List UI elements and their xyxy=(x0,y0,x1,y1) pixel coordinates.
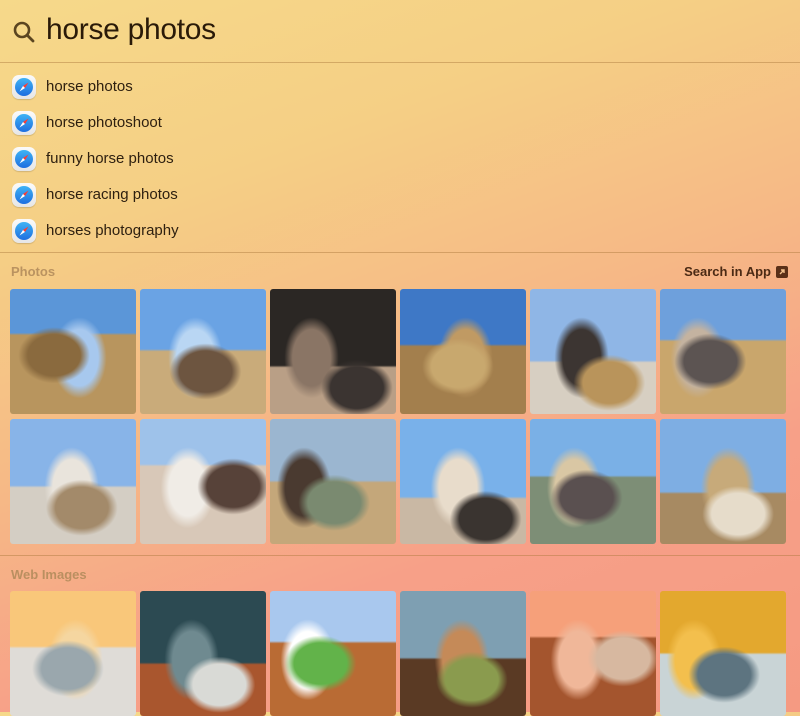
suggestion-label: horses photography xyxy=(46,222,179,239)
web-image-thumbnail[interactable] xyxy=(400,591,526,716)
photo-thumbnail[interactable] xyxy=(140,419,266,544)
arrow-up-right-square-icon xyxy=(776,265,788,278)
suggestion-label: horse racing photos xyxy=(46,186,178,203)
safari-icon xyxy=(12,183,36,207)
suggestion-label: horse photoshoot xyxy=(46,114,162,131)
divider xyxy=(0,252,800,253)
web-image-thumbnail[interactable] xyxy=(270,591,396,716)
suggestion-item[interactable]: funny horse photos xyxy=(0,143,790,175)
magnifying-glass-icon xyxy=(12,20,36,44)
photo-thumbnail[interactable] xyxy=(270,289,396,414)
safari-icon xyxy=(12,147,36,171)
web-images-section-title: Web Images xyxy=(11,567,87,582)
suggestion-label: horse photos xyxy=(46,78,133,95)
divider xyxy=(0,555,800,556)
search-in-app-button[interactable]: Search in App xyxy=(684,264,788,279)
suggestion-item[interactable]: horse photos xyxy=(0,71,790,103)
search-input[interactable]: horse photos xyxy=(46,13,216,47)
photos-section-title: Photos xyxy=(11,264,56,279)
photo-thumbnail[interactable] xyxy=(660,289,786,414)
web-image-thumbnail[interactable] xyxy=(140,591,266,716)
divider xyxy=(0,62,800,63)
safari-icon xyxy=(12,111,36,135)
search-bar[interactable]: horse photos xyxy=(0,0,800,62)
photo-thumbnail[interactable] xyxy=(530,419,656,544)
photo-thumbnail[interactable] xyxy=(10,419,136,544)
suggestion-item[interactable]: horse racing photos xyxy=(0,179,790,211)
suggestion-item[interactable]: horse photoshoot xyxy=(0,107,790,139)
web-image-thumbnail[interactable] xyxy=(530,591,656,716)
safari-icon xyxy=(12,75,36,99)
safari-icon xyxy=(12,219,36,243)
web-image-thumbnail[interactable] xyxy=(10,591,136,716)
photo-thumbnail[interactable] xyxy=(140,289,266,414)
search-in-app-label: Search in App xyxy=(684,264,771,279)
photo-thumbnail[interactable] xyxy=(270,419,396,544)
photo-thumbnail[interactable] xyxy=(10,289,136,414)
photo-thumbnail[interactable] xyxy=(400,419,526,544)
photo-thumbnail[interactable] xyxy=(660,419,786,544)
suggestion-label: funny horse photos xyxy=(46,150,174,167)
photo-thumbnail[interactable] xyxy=(400,289,526,414)
suggestion-item[interactable]: horses photography xyxy=(0,215,790,247)
photo-thumbnail[interactable] xyxy=(530,289,656,414)
web-image-thumbnail[interactable] xyxy=(660,591,786,716)
